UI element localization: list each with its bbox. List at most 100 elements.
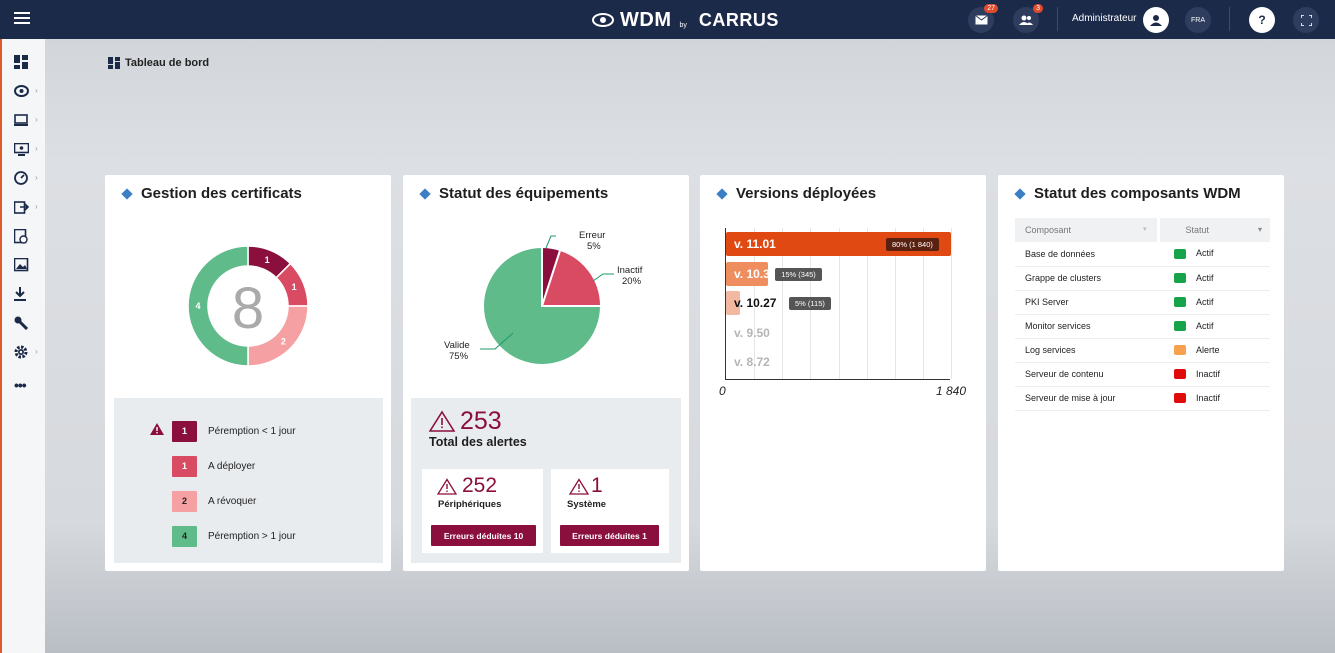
legend-count: 4 (172, 525, 197, 547)
table-row[interactable]: Monitor services Actif (1015, 314, 1270, 339)
system-errors-button[interactable]: Erreurs déduites 1 (560, 525, 659, 546)
diamond-icon (419, 187, 431, 200)
column-header-component[interactable]: Composant ▾ (1015, 218, 1160, 242)
diamond-icon (121, 187, 133, 200)
status-badge: Actif (1196, 272, 1214, 283)
version-label: v. 10.31 (734, 266, 777, 281)
gear-icon (14, 345, 28, 359)
legend-item[interactable]: 2 A révoquer (172, 490, 256, 512)
warning-outline-icon (437, 478, 457, 495)
users-badge: 3 (1033, 4, 1043, 13)
breadcrumb: Tableau de bord (108, 57, 209, 69)
component-status-cell: Inactif (1158, 362, 1270, 387)
sidebar-item-screens[interactable]: › (14, 140, 38, 158)
table-row[interactable]: Grappe de clusters Actif (1015, 266, 1270, 291)
system-alert-card: 1 Système Erreurs déduites 1 (551, 469, 669, 553)
legend-count: 2 (172, 490, 197, 512)
component-name: Serveur de contenu (1015, 362, 1158, 387)
column-header-status[interactable]: Statut ▾ (1158, 218, 1270, 242)
more-icon[interactable]: ••• (14, 376, 36, 394)
version-label: v. 10.27 (734, 296, 777, 310)
equipment-pie-chart[interactable]: Erreur 5% Inactif 20% Valide 75% (403, 215, 689, 395)
version-tag: 15% (345) (775, 267, 822, 281)
chevron-right-icon: › (35, 115, 38, 124)
sidebar-item-performance[interactable]: › (14, 169, 38, 187)
status-indicator (1174, 321, 1186, 332)
component-status-cell: Actif (1158, 314, 1270, 339)
language-selector[interactable]: FRA (1185, 7, 1211, 33)
certificates-donut-chart[interactable]: 1 1 2 4 8 (105, 220, 391, 420)
version-tag: 5% (115) (789, 297, 831, 310)
component-status-cell: Actif (1158, 242, 1270, 267)
status-badge: Actif (1196, 248, 1214, 259)
table-header-row: Composant ▾ Statut ▾ (1015, 218, 1270, 242)
peripherals-errors-button[interactable]: Erreurs déduites 10 (431, 525, 536, 546)
equipment-status-card: Statut des équipements Erreur 5% Inactif… (403, 175, 689, 571)
status-indicator (1174, 249, 1186, 260)
hamburger-menu-icon[interactable] (14, 12, 30, 26)
table-row[interactable]: PKI Server Actif (1015, 290, 1270, 315)
image-icon (14, 258, 29, 272)
table-row[interactable]: Base de données Actif (1015, 242, 1270, 267)
gridline (951, 228, 952, 379)
component-status-cell: Actif (1158, 266, 1270, 291)
legend-item[interactable]: 4 Péremption > 1 jour (172, 525, 296, 547)
chevron-right-icon: › (35, 144, 38, 153)
sidebar-item-download[interactable] (14, 285, 36, 303)
total-alerts-count: 253 (460, 407, 502, 435)
status-badge: Inactif (1196, 368, 1221, 379)
logo-carrus: CARRUS (698, 9, 779, 30)
version-label: v. 8.72 (734, 355, 770, 369)
certificates-card: Gestion des certificats 1 1 2 4 8 1 Pérempti… (105, 175, 391, 571)
table-row[interactable]: Log services Alerte (1015, 338, 1270, 363)
eye-logo-icon (592, 13, 614, 27)
monitor-icon (14, 142, 29, 156)
separator (1057, 7, 1058, 31)
gauge-icon (14, 171, 28, 185)
sidebar-item-gallery[interactable] (14, 256, 36, 274)
sidebar-item-devices[interactable]: › (14, 111, 38, 129)
card-title: Versions déployées (716, 185, 876, 202)
pie-pct-valide: 75% (449, 351, 469, 362)
top-bar: WDM by CARRUS 27 3 Administrateur FRA ? (0, 0, 1335, 39)
sidebar-item-settings[interactable]: › (14, 343, 38, 361)
sidebar-item-schedule[interactable] (14, 227, 36, 245)
warning-outline-icon (429, 410, 455, 432)
table-row[interactable]: Serveur de contenu Inactif (1015, 362, 1270, 387)
logo-wdm: WDM (620, 8, 672, 31)
calendar-clock-icon (14, 228, 28, 244)
fullscreen-button[interactable] (1293, 7, 1319, 33)
sidebar-item-tools[interactable] (14, 314, 36, 332)
components-table: Composant ▾ Statut ▾ Base de données Actif G… (1015, 218, 1270, 411)
card-title: Gestion des certificats (121, 185, 302, 202)
messages-button[interactable]: 27 (968, 4, 998, 33)
system-count: 1 (591, 474, 603, 497)
legend-count: 1 (172, 455, 197, 477)
pie-label-valide: Valide (444, 340, 470, 351)
legend-item[interactable]: 1 Péremption < 1 jour (172, 420, 296, 442)
avatar[interactable] (1143, 7, 1169, 33)
legend-item[interactable]: 1 A déployer (172, 455, 255, 477)
help-button[interactable]: ? (1249, 7, 1275, 33)
chevron-right-icon: › (35, 86, 38, 95)
devices-icon (14, 113, 28, 126)
fullscreen-icon (1300, 14, 1312, 26)
version-label: v. 9.50 (734, 325, 770, 340)
user-name[interactable]: Administrateur (1072, 13, 1136, 24)
logo-by: by (679, 21, 687, 29)
legend-label: A révoquer (208, 495, 257, 507)
card-title: Statut des équipements (419, 185, 608, 202)
system-label: Système (567, 499, 607, 510)
component-status-cell: Actif (1158, 290, 1270, 315)
status-indicator (1174, 393, 1186, 404)
sidebar-item-monitoring[interactable]: › (14, 82, 38, 100)
donut-segment-label: 4 (195, 301, 200, 311)
wrench-icon (14, 316, 28, 330)
axis-max: 1 840 (936, 384, 967, 398)
sidebar-item-dashboard[interactable] (14, 53, 36, 71)
sidebar-item-export[interactable]: › (14, 198, 38, 216)
eye-icon (14, 85, 29, 97)
table-row[interactable]: Serveur de mise à jour Inactif (1015, 386, 1270, 411)
users-button[interactable]: 3 (1013, 4, 1043, 33)
dashboard-icon (14, 55, 28, 69)
